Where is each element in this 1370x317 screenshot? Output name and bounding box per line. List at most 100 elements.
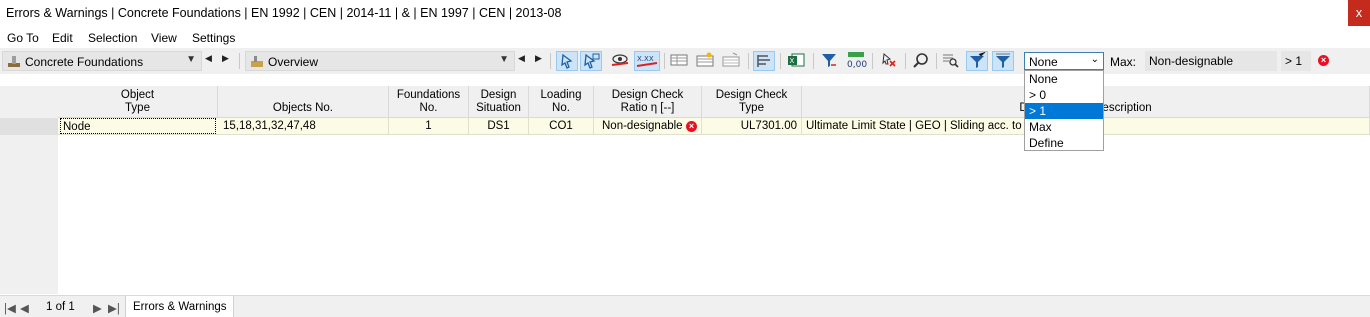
select-in-model-button[interactable] — [556, 51, 578, 71]
window-title: Errors & Warnings | Concrete Foundations… — [6, 6, 562, 20]
table-star-icon — [696, 52, 714, 67]
chevron-down-icon: ▼ — [186, 54, 196, 65]
close-button[interactable]: x — [1348, 0, 1370, 26]
toolbar-separator — [748, 53, 749, 69]
menu-bar: Go To Edit Selection View Settings — [0, 28, 1370, 48]
dropdown-option-none[interactable]: None — [1025, 71, 1103, 87]
chevron-down-icon: ▼ — [499, 54, 509, 65]
menu-edit[interactable]: Edit — [52, 31, 73, 45]
cursor-table-icon — [584, 53, 600, 69]
page-indicator: 1 of 1 — [46, 301, 75, 313]
table-icon — [670, 54, 688, 66]
max-label: Max: — [1110, 55, 1137, 69]
ratio-filter-dropdown: None > 0 > 1 Max Define — [1024, 70, 1104, 151]
cursor-select-icon — [561, 53, 573, 69]
toolbar-separator — [813, 53, 814, 69]
eye-icon — [611, 54, 629, 66]
cell-loading-no[interactable]: CO1 — [529, 118, 594, 134]
show-values-button[interactable]: X.XX — [634, 51, 660, 71]
table-row[interactable]: Node 15,18,31,32,47,48 1 DS1 CO1 Non-des… — [58, 118, 1370, 135]
filter-active-button[interactable] — [966, 51, 988, 71]
menu-goto[interactable]: Go To — [7, 31, 39, 45]
filter-check-icon — [970, 51, 986, 68]
dropdown-option-gt1[interactable]: > 1 — [1025, 103, 1103, 119]
status-bar: |◀ ◀ 1 of 1 ▶ ▶| Errors & Warnings — [0, 295, 1370, 317]
error-icon: × — [686, 121, 697, 132]
clear-selection-button[interactable] — [878, 51, 900, 71]
columns-icon — [757, 55, 770, 67]
decimal-places-button[interactable]: 0,00 — [845, 51, 867, 71]
ratio-filter-select[interactable]: None ⌄ — [1024, 52, 1104, 70]
next-module-button[interactable]: ▶ — [222, 53, 229, 64]
threshold-field: > 1 — [1281, 51, 1311, 71]
table-export-button[interactable] — [721, 51, 743, 71]
col-header-objects-no[interactable]: Objects No. — [218, 86, 389, 118]
dropdown-option-gt0[interactable]: > 0 — [1025, 87, 1103, 103]
row-marker[interactable] — [0, 118, 58, 135]
col-header-check-type[interactable]: Design Check Type — [702, 86, 802, 118]
values-icon: X.XX — [636, 55, 658, 67]
visibility-button[interactable] — [609, 51, 631, 71]
toolbar-separator — [780, 53, 781, 69]
results-table: Object Type Objects No. Foundations No. De… — [0, 86, 1370, 294]
menu-settings[interactable]: Settings — [192, 31, 235, 45]
svg-text:X.XX: X.XX — [637, 55, 654, 63]
view-combo-label: Overview — [268, 55, 319, 69]
last-page-button[interactable]: ▶| — [108, 301, 120, 315]
table-highlight-button[interactable] — [695, 51, 717, 71]
cursor-clear-icon — [882, 53, 896, 67]
prev-module-button[interactable]: ◀ — [205, 53, 212, 64]
cell-objects-no[interactable]: 15,18,31,32,47,48 — [218, 118, 389, 134]
filter-ratio-button[interactable] — [992, 51, 1014, 71]
threshold-value: > 1 — [1285, 54, 1303, 68]
svg-text:X: X — [790, 57, 795, 65]
dropdown-option-define[interactable]: Define — [1025, 135, 1103, 151]
table-view-button[interactable] — [669, 51, 691, 71]
col-header-ratio[interactable]: Design Check Ratio η [--] — [594, 86, 702, 118]
module-combo-label: Concrete Foundations — [25, 55, 144, 69]
cell-design-situation[interactable]: DS1 — [469, 118, 529, 134]
toolbar-separator — [239, 53, 240, 69]
error-icon: × — [1318, 55, 1329, 66]
view-combo[interactable]: Overview ▼ — [245, 51, 515, 71]
module-combo[interactable]: Concrete Foundations ▼ — [2, 51, 202, 71]
column-layout-button[interactable] — [753, 51, 775, 71]
dropdown-option-max[interactable]: Max — [1025, 119, 1103, 135]
toolbar-separator — [905, 53, 906, 69]
menu-view[interactable]: View — [151, 31, 177, 45]
col-header-object-type[interactable]: Object Type — [58, 86, 218, 118]
toolbar-separator — [936, 53, 937, 69]
search-button[interactable] — [911, 51, 933, 71]
ratio-filter-value: None — [1029, 55, 1058, 69]
max-value-field: Non-designable — [1145, 51, 1277, 71]
first-page-button[interactable]: |◀ — [4, 301, 16, 315]
tab-label: Errors & Warnings — [133, 301, 227, 313]
max-value: Non-designable — [1149, 54, 1234, 68]
tab-errors-warnings[interactable]: Errors & Warnings — [125, 296, 234, 317]
find-in-table-button[interactable] — [940, 51, 962, 71]
select-in-table-button[interactable] — [580, 51, 602, 71]
table-search-icon — [943, 54, 959, 68]
foundation-icon — [8, 56, 20, 67]
prev-page-button[interactable]: ◀ — [20, 301, 29, 315]
cell-check-type[interactable]: UL7301.00 — [702, 118, 802, 134]
chevron-down-icon: ⌄ — [1090, 54, 1099, 65]
col-header-loading-no[interactable]: Loading No. — [529, 86, 594, 118]
filter-funnel-icon — [996, 53, 1010, 68]
filter-button[interactable] — [819, 51, 841, 71]
cell-object-type[interactable]: Node — [60, 118, 216, 134]
svg-text:0,00: 0,00 — [847, 60, 867, 69]
excel-export-button[interactable]: X — [786, 51, 808, 71]
toolbar-separator — [550, 53, 551, 69]
excel-icon: X — [788, 53, 805, 67]
next-page-button[interactable]: ▶ — [93, 301, 102, 315]
cell-foundations-no[interactable]: 1 — [389, 118, 469, 134]
decimal-icon: 0,00 — [847, 52, 867, 70]
menu-selection[interactable]: Selection — [88, 31, 137, 45]
title-bar: Errors & Warnings | Concrete Foundations… — [0, 0, 1370, 26]
table-arrow-icon — [722, 52, 740, 67]
next-view-button[interactable]: ▶ — [535, 53, 542, 64]
prev-view-button[interactable]: ◀ — [518, 53, 525, 64]
col-header-design-situation[interactable]: Design Situation — [469, 86, 529, 118]
col-header-foundations-no[interactable]: Foundations No. — [389, 86, 469, 118]
